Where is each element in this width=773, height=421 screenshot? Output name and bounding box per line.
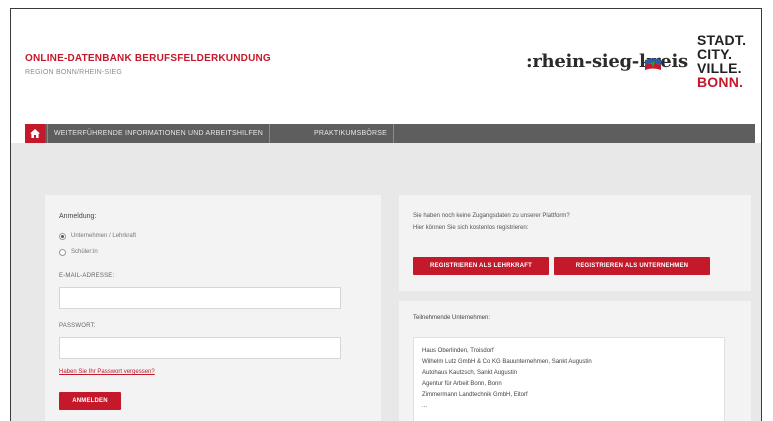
bonn-logo-line-1: STADT.	[697, 32, 747, 48]
forgot-password-link[interactable]: Haben Sie Ihr Passwort vergessen?	[59, 369, 155, 375]
register-panel: Sie haben noch keine Zugangsdaten zu uns…	[399, 195, 751, 291]
list-item: Zimmermann Landtechnik GmbH, Eitorf	[422, 392, 528, 398]
bonn-logo-line-4: BONN.	[697, 74, 744, 90]
home-icon	[30, 129, 40, 138]
password-input[interactable]	[59, 337, 341, 359]
login-panel: Anmeldung: Unternehmen / Lehrkraft Schül…	[45, 195, 381, 421]
list-item: Agentur für Arbeit Bonn, Bonn	[422, 381, 502, 387]
browser-frame: ONLINE-DATENBANK BERUFSFELDERKUNDUNG REG…	[10, 8, 762, 421]
list-item: ...	[422, 403, 428, 409]
list-item: Haus Oberlinden, Troisdorf	[422, 348, 494, 354]
bonn-logo-line-3: VILLE.	[697, 60, 742, 76]
companies-title: Teilnehmende Unternehmen:	[413, 315, 491, 321]
register-teacher-button[interactable]: REGISTRIEREN ALS LEHRKRAFT	[413, 257, 549, 275]
bonn-logo-line-2: CITY.	[697, 46, 733, 62]
list-item: Wilhelm Lutz GmbH & Co KG Bauunternehmen…	[422, 359, 592, 365]
register-text-line-2: Hier können Sie sich kostenlos registrie…	[413, 225, 529, 231]
email-label: E-MAIL-ADRESSE:	[59, 273, 115, 279]
companies-panel: Teilnehmende Unternehmen: Haus Oberlinde…	[399, 301, 751, 421]
register-company-button[interactable]: REGISTRIEREN ALS UNTERNEHMEN	[554, 257, 710, 275]
email-input[interactable]	[59, 287, 341, 309]
site-subtitle: REGION BONN/RHEIN-SIEG	[25, 69, 122, 76]
radio-company-teacher[interactable]: Unternehmen / Lehrkraft	[59, 233, 259, 243]
site-header: ONLINE-DATENBANK BERUFSFELDERKUNDUNG REG…	[11, 9, 761, 119]
companies-list[interactable]: Haus Oberlinden, Troisdorf Wilhelm Lutz …	[413, 337, 725, 421]
radio-student[interactable]: Schüler:in	[59, 249, 259, 259]
main-nav: WEITERFÜHRENDE INFORMATIONEN UND ARBEITS…	[25, 124, 755, 143]
radio-unchecked-icon	[59, 249, 66, 256]
radio-label-student: Schüler:in	[71, 249, 98, 255]
password-label: PASSWORT:	[59, 323, 96, 329]
bonn-logo[interactable]: STADT. CITY. VILLE. BONN.	[697, 33, 746, 89]
login-title: Anmeldung:	[59, 213, 97, 220]
nav-home-button[interactable]	[25, 124, 45, 143]
rhein-sieg-kreis-logo[interactable]: :rhein-sieg-kreis	[526, 51, 688, 72]
list-item: Autohaus Kautzsch, Sankt Augustin	[422, 370, 518, 376]
register-text-line-1: Sie haben noch keine Zugangsdaten zu uns…	[413, 213, 570, 219]
radio-checked-icon	[59, 233, 66, 240]
nav-item-information[interactable]: WEITERFÜHRENDE INFORMATIONEN UND ARBEITS…	[47, 124, 270, 143]
radio-label-company-teacher: Unternehmen / Lehrkraft	[71, 233, 137, 239]
login-button[interactable]: ANMELDEN	[59, 392, 121, 410]
nav-item-internship-exchange[interactable]: PRAKTIKUMSBÖRSE	[308, 124, 395, 143]
site-title[interactable]: ONLINE-DATENBANK BERUFSFELDERKUNDUNG	[25, 53, 271, 64]
rsk-flag-icon	[645, 58, 661, 70]
